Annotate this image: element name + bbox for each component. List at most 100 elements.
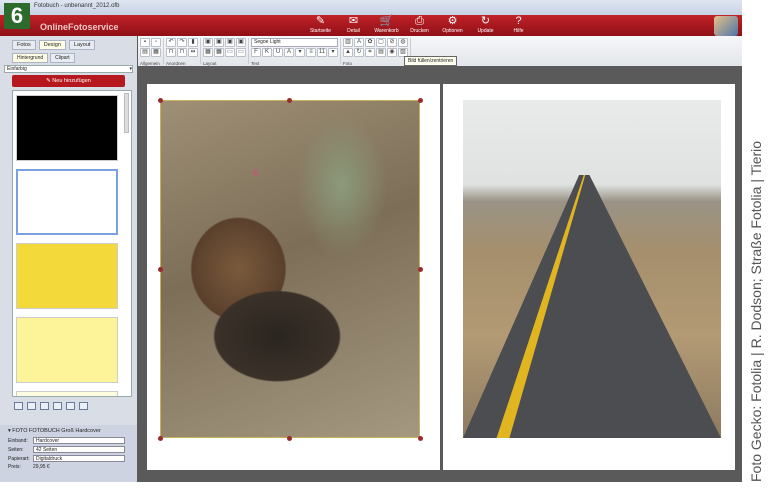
- flip-icon[interactable]: ⇹: [188, 48, 198, 57]
- group-foto: ▥ A ✿ ▢ ⊘ ◍ ▲ ↻ ⌗ ▤ ◉ ▧ Foto: [343, 38, 411, 66]
- nav-optionen[interactable]: ⚙ Optionen: [437, 15, 468, 34]
- nav-warenkorb[interactable]: 🛒 Warenkorb: [371, 15, 402, 34]
- layout-icon[interactable]: [27, 402, 36, 410]
- redo-icon[interactable]: ↷: [177, 38, 187, 47]
- resize-handle[interactable]: [158, 436, 163, 441]
- layout-icon[interactable]: [66, 402, 75, 410]
- swatch-cream[interactable]: [16, 391, 118, 396]
- new-icon[interactable]: ▪: [140, 38, 150, 47]
- open-icon[interactable]: ▫: [151, 38, 161, 47]
- layout-icon[interactable]: [14, 402, 23, 410]
- highlight-icon[interactable]: ▾: [295, 48, 305, 57]
- gecko-photo[interactable]: [160, 100, 420, 438]
- left-panel: Fotos Design Layout Hintergrund Clipart …: [0, 36, 137, 482]
- nav-detail[interactable]: ✉ Detail: [338, 15, 369, 34]
- resize-handle[interactable]: [287, 98, 292, 103]
- back-icon[interactable]: ⊓: [177, 48, 187, 57]
- layout-icon[interactable]: [40, 402, 49, 410]
- nav-hilfe[interactable]: ? Hilfe: [503, 15, 534, 34]
- layout-icon[interactable]: ▣: [225, 38, 235, 47]
- resize-handle[interactable]: [158, 267, 163, 272]
- crop-icon[interactable]: ⌗: [365, 48, 375, 57]
- tab-fotos[interactable]: Fotos: [12, 40, 36, 50]
- tooltip: Bild füllen/zentrieren: [404, 56, 458, 66]
- dropdown-icon[interactable]: ▾: [328, 48, 338, 57]
- save-icon[interactable]: ▤: [140, 48, 150, 57]
- field-label: Papierart:: [8, 455, 30, 462]
- resize-handle[interactable]: [418, 267, 423, 272]
- resize-handle[interactable]: [287, 436, 292, 441]
- user-avatar[interactable]: [714, 16, 738, 36]
- font-size-select[interactable]: 11: [317, 48, 327, 57]
- brand-logo: OnlineFotoservice: [40, 22, 119, 32]
- export-icon[interactable]: ▦: [151, 48, 161, 57]
- color-icon[interactable]: ▲: [343, 48, 353, 57]
- layout-icon[interactable]: ▣: [236, 38, 246, 47]
- resize-handle[interactable]: [158, 98, 163, 103]
- layout-icons: [0, 397, 137, 415]
- font-color-icon[interactable]: A: [284, 48, 294, 57]
- layout-icon[interactable]: [53, 402, 62, 410]
- product-info: ▾ FOTO FOTOBUCH Groß Hardcover Einband: H…: [0, 425, 137, 482]
- globe-icon[interactable]: ◍: [398, 38, 408, 47]
- resize-handle[interactable]: [418, 436, 423, 441]
- italic-icon[interactable]: K: [262, 48, 272, 57]
- frame-icon[interactable]: ▢: [376, 38, 386, 47]
- text-icon[interactable]: A: [354, 38, 364, 47]
- redeye-icon[interactable]: ◉: [387, 48, 397, 57]
- align-icon[interactable]: ≡: [306, 48, 316, 57]
- underline-icon[interactable]: U: [273, 48, 283, 57]
- layout-icon[interactable]: [79, 402, 88, 410]
- price-label: Preis:: [8, 464, 21, 470]
- layout-icon[interactable]: ▦: [203, 48, 213, 57]
- tab-layout[interactable]: Layout: [68, 40, 96, 50]
- nav-label: Optionen: [442, 28, 463, 34]
- bold-icon[interactable]: F: [251, 48, 261, 57]
- button-label: Neu hinzufügen: [52, 78, 91, 84]
- background-type-select[interactable]: Einfarbig ▾: [4, 65, 133, 73]
- layout-icon[interactable]: ▣: [214, 38, 224, 47]
- cart-icon: 🛒: [379, 15, 394, 27]
- cover-select[interactable]: Hardcover: [33, 437, 125, 444]
- nav-label: Warenkorb: [374, 28, 399, 34]
- font-select[interactable]: Segoe Light: [251, 38, 338, 47]
- nav-update[interactable]: ↻ Update: [470, 15, 501, 34]
- app-header: OnlineFotoservice ✎ Startseite ✉ Detail 🛒 W…: [0, 15, 742, 36]
- swatch-yellow[interactable]: [16, 243, 118, 309]
- group-text: Segoe Light F K U A ▾ ≡ 11 ▾ Text: [251, 38, 341, 66]
- rotate-icon[interactable]: ↻: [354, 48, 364, 57]
- select-value: Einfarbig: [7, 66, 27, 72]
- fill-icon[interactable]: ▤: [376, 48, 386, 57]
- scrollbar[interactable]: [124, 93, 129, 133]
- paper-select[interactable]: Digitaldruck: [33, 455, 125, 462]
- nav-label: Hilfe: [513, 28, 524, 34]
- detail-icon: ✉: [348, 15, 359, 27]
- nav-drucken[interactable]: ⎙ Drucken: [404, 15, 435, 34]
- group-label: Text: [251, 61, 260, 66]
- subtab-clipart[interactable]: Clipart: [50, 53, 75, 63]
- remove-icon[interactable]: ⊘: [387, 38, 397, 47]
- subtab-hintergrund[interactable]: Hintergrund: [12, 53, 49, 63]
- nav-startseite[interactable]: ✎ Startseite: [305, 15, 336, 34]
- gear-icon: ⚙: [447, 15, 458, 27]
- layout-icon[interactable]: ▭: [225, 48, 235, 57]
- group-allgemein: ▪ ▫ ▤ ▦ Allgemein: [140, 38, 164, 66]
- effect-icon[interactable]: ✿: [365, 38, 375, 47]
- layout-icon[interactable]: ▦: [214, 48, 224, 57]
- tab-design[interactable]: Design: [38, 40, 66, 50]
- layout-icon[interactable]: ▭: [236, 48, 246, 57]
- front-icon[interactable]: ⊓: [166, 48, 176, 57]
- delete-icon[interactable]: ▮: [188, 38, 198, 47]
- swatch-white[interactable]: [16, 169, 118, 235]
- add-new-button[interactable]: ✎ Neu hinzufügen: [12, 75, 125, 87]
- photo-icon[interactable]: ▥: [343, 38, 353, 47]
- start-icon: ✎: [315, 15, 326, 27]
- swatch-light-yellow[interactable]: [16, 317, 118, 383]
- price-value: 29,95 €: [33, 464, 50, 470]
- resize-handle[interactable]: [418, 98, 423, 103]
- layout-icon[interactable]: ▣: [203, 38, 213, 47]
- pages-select[interactable]: 42 Seiten: [33, 446, 125, 453]
- undo-icon[interactable]: ↶: [166, 38, 176, 47]
- page-marker: 6: [253, 168, 259, 178]
- swatch-black[interactable]: [16, 95, 118, 161]
